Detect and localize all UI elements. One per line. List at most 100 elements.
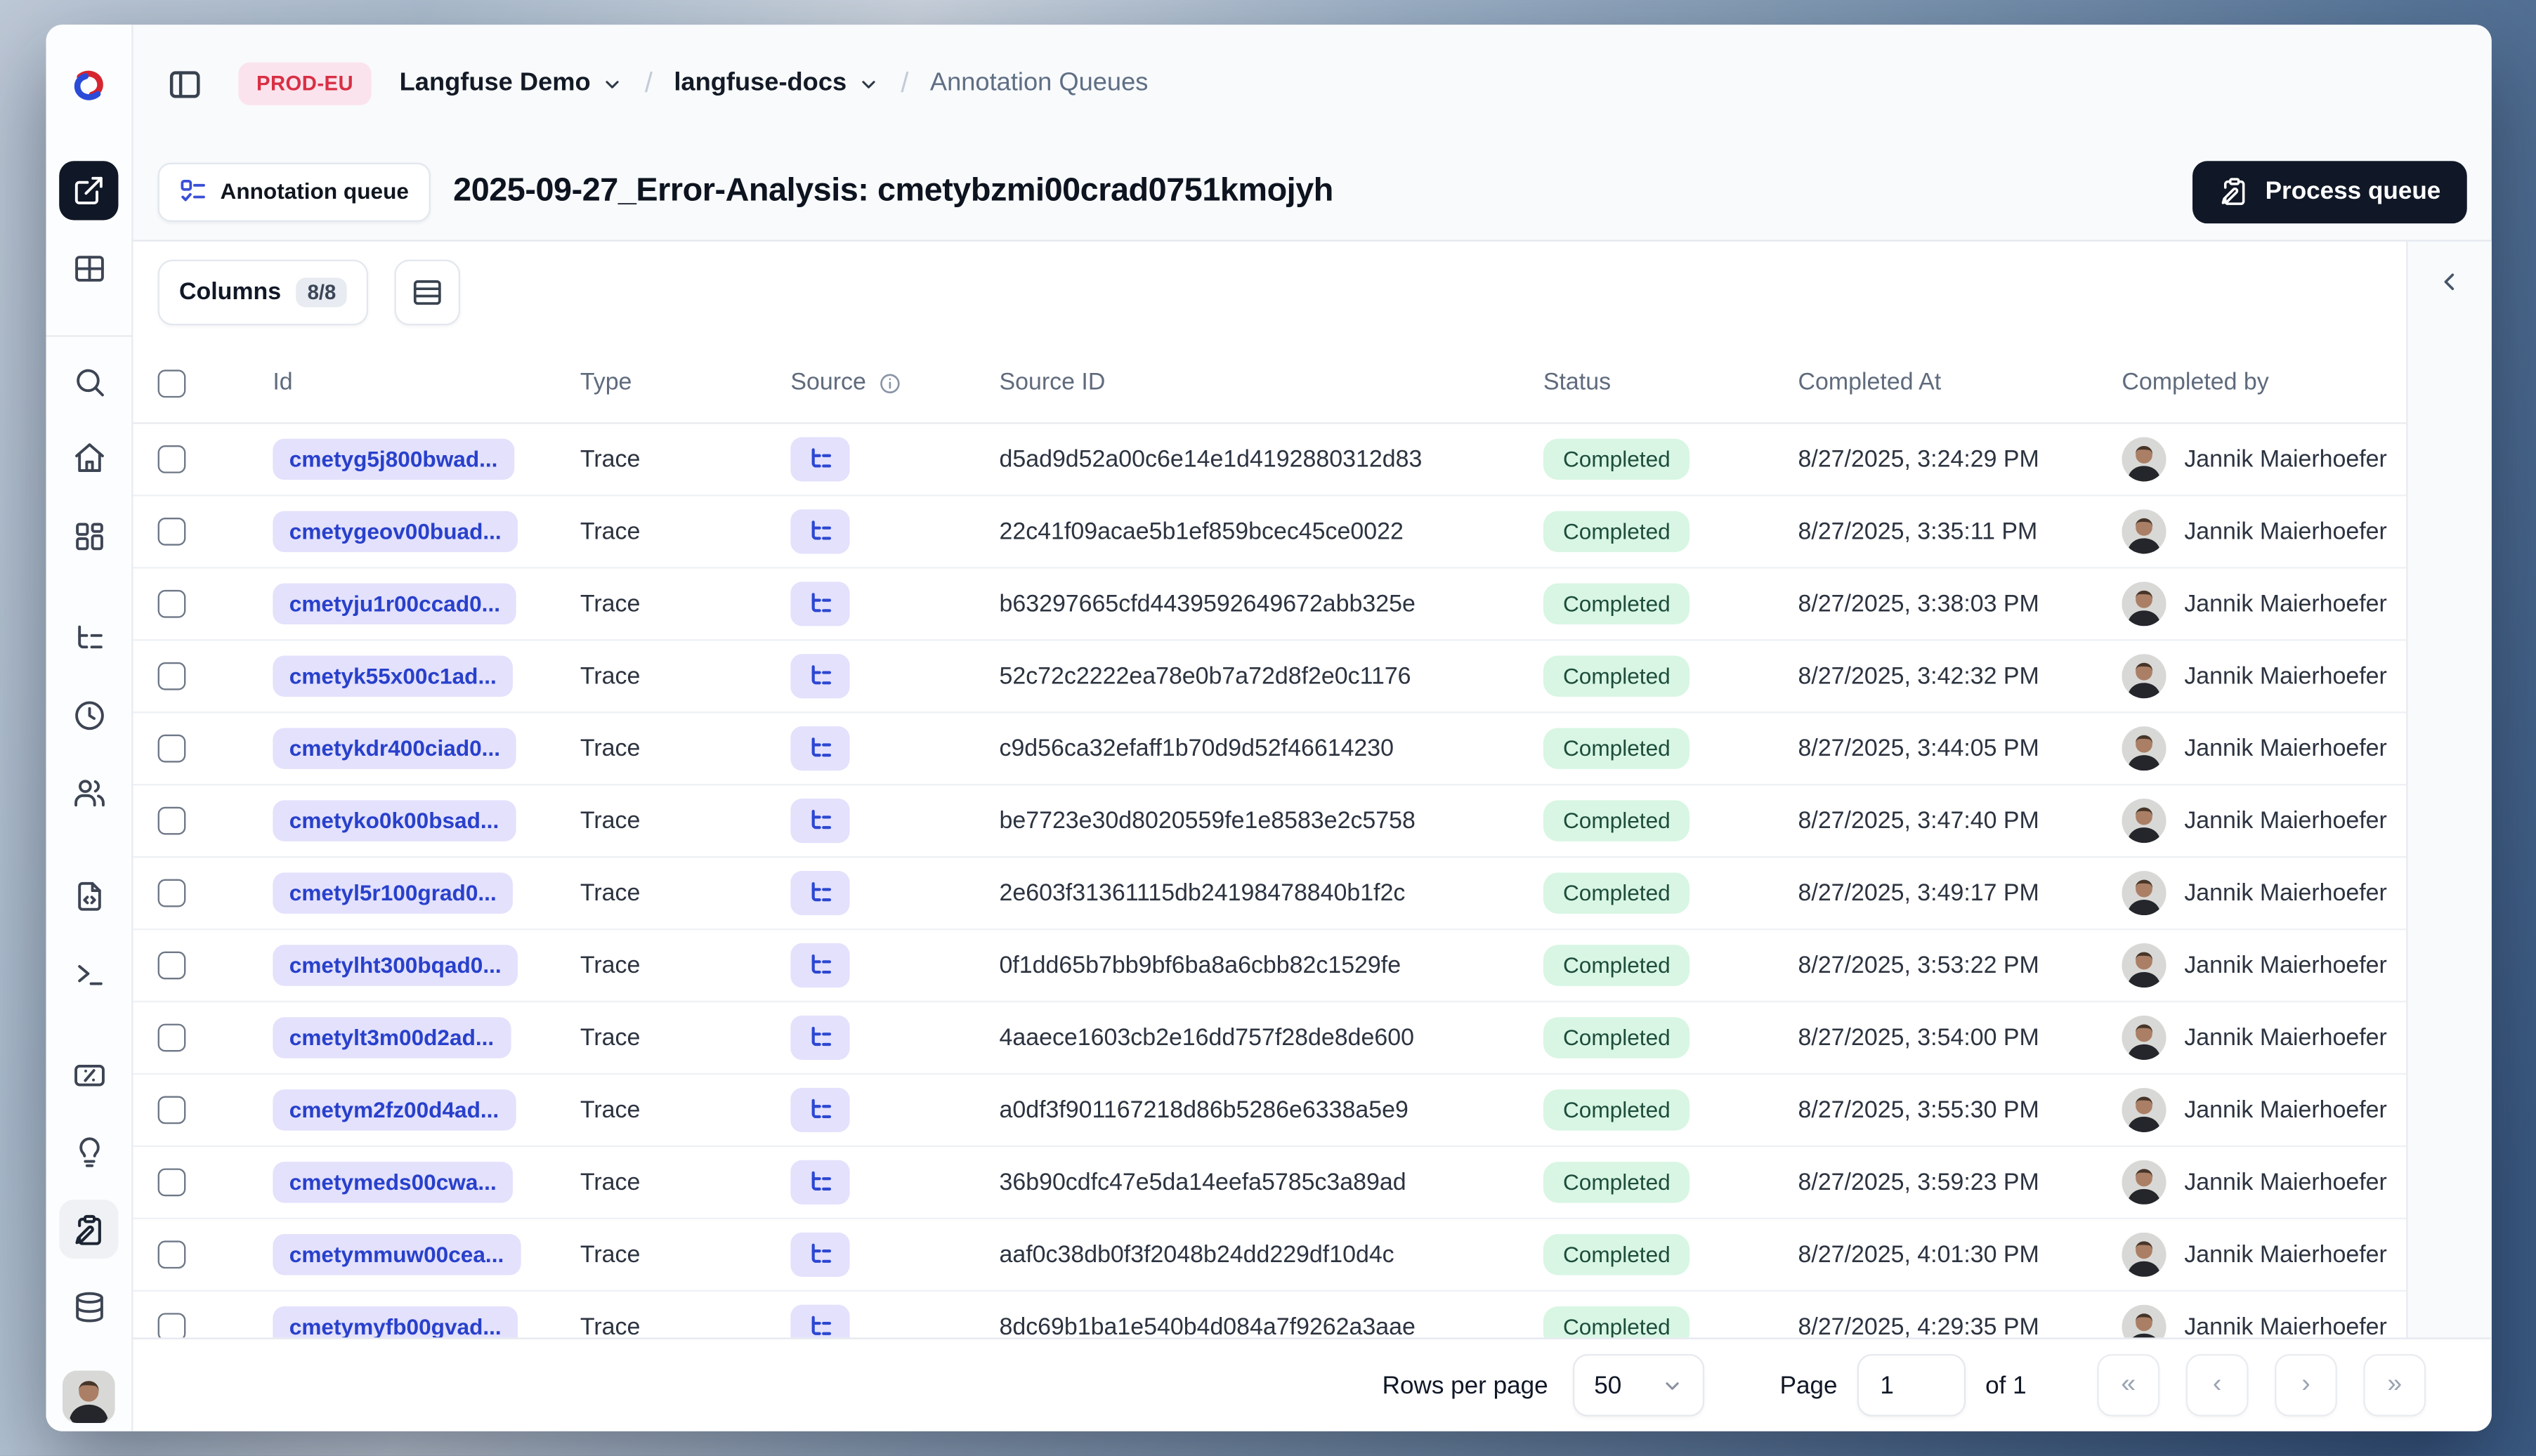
item-id-badge[interactable]: cmetyg5j800bwad... [273,438,514,480]
item-id-badge[interactable]: cmetymmuw00cea... [273,1234,521,1275]
sidebar-item-evaluation[interactable] [59,1045,118,1104]
header-checkbox-cell [133,369,273,398]
row-status-cell: Completed [1543,655,1798,697]
sidebar-item-users[interactable] [59,763,118,822]
table-row[interactable]: cmetylht300bqad0... Trace 0f1dd65b7bb9bf… [133,930,2407,1003]
sidebar-item-prompts[interactable] [59,866,118,925]
table-row[interactable]: cmetykdr400ciad0... Trace c9d56ca32efaff… [133,713,2407,786]
row-completed-by-cell: Jannik Maierhoefer [2122,509,2406,554]
select-all-checkbox[interactable] [157,369,186,398]
sidebar-item-tracing[interactable] [59,608,118,667]
row-checkbox[interactable] [157,1313,186,1338]
table-row[interactable]: cmetyju1r00ccad0... Trace b63297665cfd44… [133,569,2407,641]
chevron-down-icon[interactable] [858,73,880,94]
row-source-id: 22c41f09acae5b1ef859bcec45ce0022 [999,518,1404,545]
next-page-button[interactable]: › [2275,1353,2337,1417]
first-page-button[interactable]: « [2097,1353,2160,1417]
item-id-badge[interactable]: cmetyju1r00ccad0... [273,583,517,625]
item-id-badge[interactable]: cmetygeov00buad... [273,511,518,553]
item-id-badge[interactable]: cmetylht300bqad0... [273,945,518,986]
row-checkbox[interactable] [157,879,186,907]
sidebar-toggle-button[interactable] [166,65,204,103]
sidebar-item-sessions[interactable] [59,686,118,745]
row-checkbox[interactable] [157,517,186,546]
row-height-button[interactable] [395,259,462,326]
trace-source-badge[interactable] [790,1232,850,1277]
row-checkbox[interactable] [157,951,186,980]
header-status[interactable]: Status [1543,369,1798,395]
row-checkbox[interactable] [157,1023,186,1052]
item-id-badge[interactable]: cmetymyfb00gvad... [273,1306,518,1338]
row-checkbox[interactable] [157,806,186,835]
row-checkbox[interactable] [157,589,186,618]
sidebar-item-playground[interactable] [59,943,118,1002]
trace-source-badge[interactable] [790,437,850,482]
trace-source-badge[interactable] [790,799,850,844]
sidebar-item-datasets[interactable] [59,1277,118,1336]
rows-per-page-select[interactable]: 50 [1572,1353,1704,1417]
item-id-badge[interactable]: cmetymeds00cwa... [273,1162,514,1203]
table-row[interactable]: cmetygeov00buad... Trace 22c41f09acae5b1… [133,497,2407,569]
row-checkbox[interactable] [157,1240,186,1269]
table-row[interactable]: cmetyko0k00bsad... Trace be7723e30d80205… [133,785,2407,858]
item-id-badge[interactable]: cmetym2fz00d4ad... [273,1089,516,1131]
last-page-button[interactable]: » [2363,1353,2426,1417]
header-type[interactable]: Type [580,369,790,395]
trace-source-badge[interactable] [790,509,850,554]
sidebar-item-insights[interactable] [59,1122,118,1181]
completed-by-name: Jannik Maierhoefer [2184,663,2387,690]
trace-source-badge[interactable] [790,943,850,988]
row-checkbox[interactable] [157,445,186,473]
table-row[interactable]: cmetym2fz00d4ad... Trace a0df3f901167218… [133,1075,2407,1148]
trace-source-badge[interactable] [790,1160,850,1205]
sidebar-item-search[interactable] [59,352,118,411]
status-badge: Completed [1543,438,1690,480]
environment-badge[interactable]: PROD-EU [238,62,372,105]
page-number-input[interactable]: 1 [1857,1353,1966,1417]
trace-source-badge[interactable] [790,654,850,699]
header-id[interactable]: Id [273,369,580,395]
breadcrumb-project[interactable]: langfuse-docs [674,69,847,98]
table-row[interactable]: cmetymmuw00cea... Trace aaf0c38db0f3f204… [133,1219,2407,1292]
header-source[interactable]: Source [790,369,999,396]
item-id-badge[interactable]: cmetykdr400ciad0... [273,728,517,769]
collapse-panel-button[interactable] [2436,268,2464,296]
header-completed-at[interactable]: Completed At [1798,369,2122,395]
trace-source-badge[interactable] [790,1087,850,1132]
trace-source-badge[interactable] [790,870,850,916]
row-checkbox[interactable] [157,734,186,763]
item-id-badge[interactable]: cmetylt3m00d2ad... [273,1017,511,1058]
trace-source-badge[interactable] [790,1015,850,1061]
list-tree-icon [811,593,830,612]
sidebar-item-home[interactable] [59,427,118,486]
breadcrumb-org[interactable]: Langfuse Demo [400,69,591,98]
table-row[interactable]: cmetymyfb00gvad... Trace 8dc69b1ba1e540b… [133,1292,2407,1338]
sidebar-item-annotation-queues[interactable] [59,1199,119,1259]
chevron-down-icon[interactable] [602,73,623,94]
row-checkbox[interactable] [157,1168,186,1197]
row-checkbox[interactable] [157,662,186,690]
trace-source-badge[interactable] [790,726,850,771]
table-row[interactable]: cmetylt3m00d2ad... Trace 4aaece1603cb2e1… [133,1002,2407,1075]
sidebar-item-dashboards[interactable] [59,506,118,565]
user-avatar[interactable] [62,1370,115,1424]
process-queue-button[interactable]: Process queue [2192,160,2467,223]
table-row[interactable]: cmetymeds00cwa... Trace 36b90cdfc47e5da1… [133,1147,2407,1219]
item-id-badge[interactable]: cmetyk55x00c1ad... [273,655,514,697]
sidebar-item-go-to-project[interactable] [59,161,119,221]
trace-source-badge[interactable] [790,582,850,627]
table-row[interactable]: cmetyk55x00c1ad... Trace 52c72c2222ea78e… [133,641,2407,714]
row-checkbox[interactable] [157,1096,186,1124]
table-row[interactable]: cmetyl5r100grad0... Trace 2e603f31361115… [133,858,2407,931]
item-id-badge[interactable]: cmetyl5r100grad0... [273,872,514,914]
sidebar-item-tables[interactable] [59,238,118,297]
item-id-badge[interactable]: cmetyko0k00bsad... [273,800,516,841]
header-completed-by[interactable]: Completed by [2122,369,2406,395]
previous-page-button[interactable]: ‹ [2185,1353,2249,1417]
trace-source-badge[interactable] [790,1304,850,1338]
row-status-cell: Completed [1543,583,1798,625]
header-source-id[interactable]: Source ID [999,369,1543,395]
table-row[interactable]: cmetyg5j800bwad... Trace d5ad9d52a00c6e1… [133,424,2407,497]
columns-button[interactable]: Columns 8/8 [157,259,370,326]
row-completed-at: 8/27/2025, 3:38:03 PM [1798,591,2039,617]
